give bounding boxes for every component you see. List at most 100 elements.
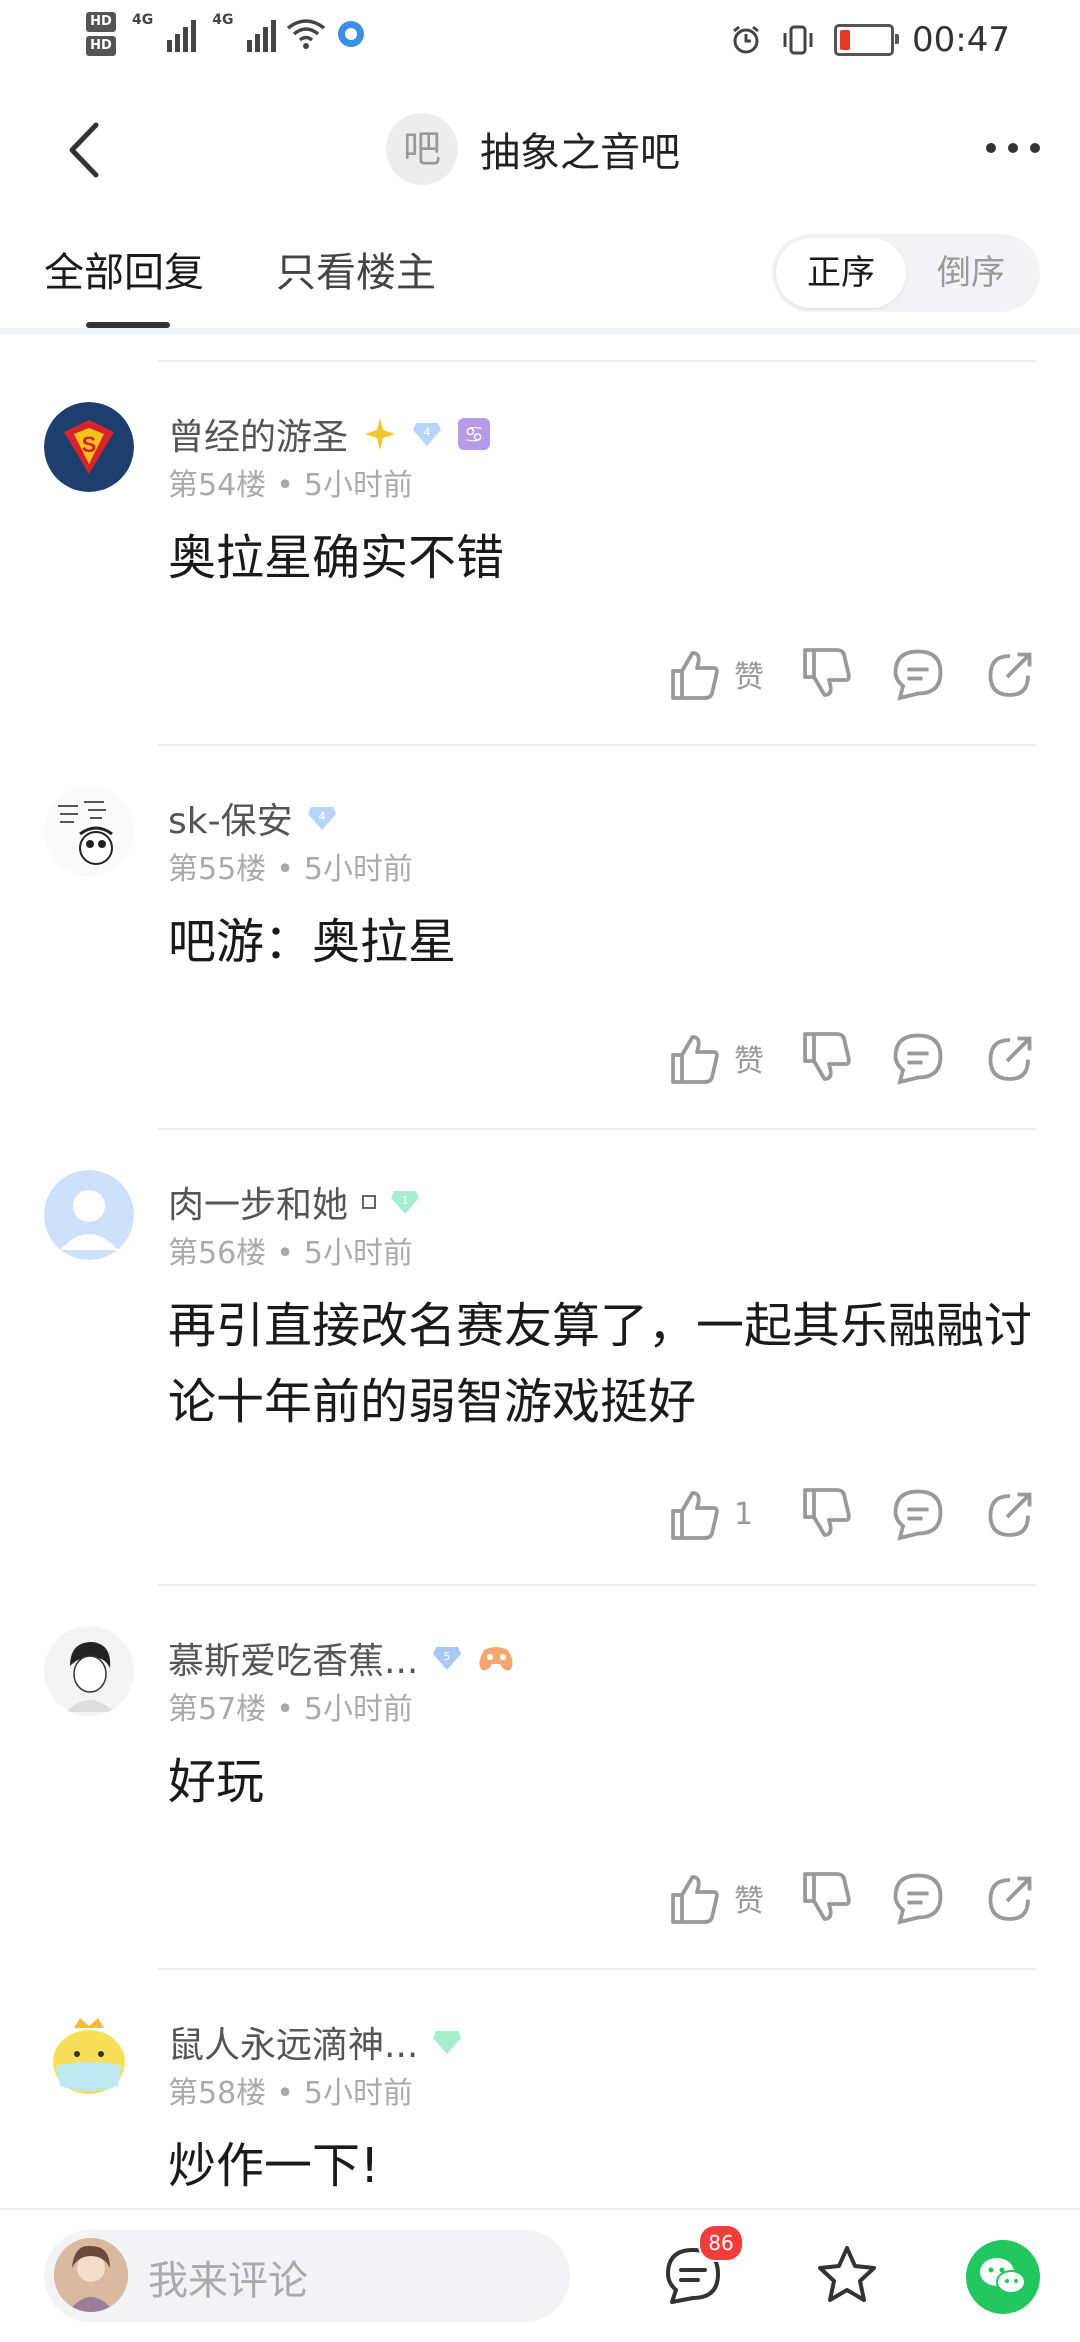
- level-diamond-icon: [433, 2031, 462, 2054]
- reply-item: sk-保安 4 第55楼 • 5小时前 吧游：奥拉星 赞: [0, 744, 1080, 1128]
- network-label-2: 4G: [212, 12, 234, 28]
- forum-title-group[interactable]: 吧 抽象之音吧: [386, 113, 680, 185]
- comment-icon[interactable]: [888, 1028, 948, 1088]
- bottom-bar: 我来评论 86 拉星: [0, 2208, 1080, 2342]
- thumbs-down-icon[interactable]: [796, 1028, 856, 1088]
- comment-placeholder: 我来评论: [148, 2258, 308, 2304]
- action-bar: 赞: [632, 644, 1040, 704]
- svg-text:S: S: [82, 432, 97, 457]
- divider: [158, 1128, 1036, 1130]
- divider: [158, 1968, 1036, 1970]
- svg-text:1: 1: [402, 1194, 409, 1207]
- avatar[interactable]: [44, 2010, 134, 2100]
- wechat-share-icon[interactable]: [966, 2240, 1040, 2314]
- post-meta: 第54楼 • 5小时前: [168, 468, 413, 503]
- username[interactable]: 鼠人永远滴神...: [168, 2016, 462, 2068]
- sort-descending-button[interactable]: 倒序: [906, 238, 1036, 308]
- signal-icon-2: [247, 16, 277, 52]
- reply-item: S 曾经的游圣 4 ♋ 第54楼 • 5小时前 奥拉星确实不错 赞: [0, 360, 1080, 744]
- reply-content[interactable]: 炒作一下!: [168, 2128, 1038, 2204]
- more-options-icon[interactable]: [986, 143, 1040, 153]
- active-tab-indicator: [86, 322, 170, 328]
- thumbs-up-icon[interactable]: [664, 644, 724, 704]
- clock: 00:47: [912, 20, 1010, 60]
- zodiac-cancer-icon: ♋: [458, 418, 491, 450]
- floor-number: 第57楼: [168, 1692, 267, 1727]
- post-meta: 第58楼 • 5小时前: [168, 2076, 413, 2111]
- username[interactable]: sk-保安 4: [168, 792, 337, 844]
- username[interactable]: 慕斯爱吃香蕉... 5: [168, 1632, 516, 1684]
- top-nav: 吧 抽象之音吧: [0, 95, 1080, 205]
- comment-icon[interactable]: [888, 1484, 948, 1544]
- app-notification-icon: [338, 21, 365, 47]
- divider: [158, 1584, 1036, 1586]
- share-icon[interactable]: [980, 1484, 1040, 1544]
- divider: [158, 360, 1036, 362]
- page-title: 抽象之音吧: [480, 130, 680, 176]
- username[interactable]: 肉一步和她 1: [168, 1176, 420, 1228]
- battery-icon: [834, 24, 900, 56]
- level-diamond-icon: 4: [413, 423, 442, 446]
- reply-item: 肉一步和她 1 第56楼 • 5小时前 再引直接改名赛友算了，一起其乐融融讨论十年前…: [0, 1128, 1080, 1584]
- thumbs-up-icon[interactable]: [664, 1868, 724, 1928]
- message-count-badge: 86: [698, 2224, 744, 2262]
- thumbs-up-icon[interactable]: [664, 1028, 724, 1088]
- back-arrow-icon[interactable]: [52, 115, 122, 185]
- reply-item: 鼠人永远滴神... 第58楼 • 5小时前 炒作一下!: [0, 1968, 1080, 2208]
- wifi-icon: [287, 19, 326, 49]
- svg-text:5: 5: [444, 1650, 451, 1663]
- like-count: 赞: [734, 1884, 764, 1919]
- sort-ascending-button[interactable]: 正序: [776, 238, 906, 308]
- reply-filter-tabs: 全部回复 只看楼主 正序 倒序: [0, 228, 1080, 334]
- floor-number: 第55楼: [168, 852, 267, 887]
- action-bar: 赞: [632, 1868, 1040, 1928]
- hd-indicator: HD 1 HD 2: [86, 12, 116, 73]
- comment-input[interactable]: 我来评论: [44, 2230, 570, 2322]
- sort-toggle: 正序 倒序: [772, 234, 1040, 312]
- alarm-icon: [733, 25, 759, 54]
- vibrate-icon: [783, 25, 813, 55]
- share-icon[interactable]: [980, 644, 1040, 704]
- share-icon[interactable]: [980, 1028, 1040, 1088]
- star-icon[interactable]: [812, 2240, 882, 2310]
- post-time: 5小时前: [303, 468, 413, 503]
- tab-owner-only[interactable]: 只看楼主: [276, 240, 436, 298]
- svg-text:4: 4: [424, 426, 431, 439]
- post-time: 5小时前: [303, 1236, 413, 1271]
- status-bar: HD 1 HD 2 4G 4G 00:47: [0, 0, 1080, 84]
- avatar[interactable]: S: [44, 402, 134, 492]
- avatar[interactable]: [44, 1626, 134, 1716]
- post-meta: 第56楼 • 5小时前: [168, 1236, 413, 1271]
- svg-text:♋: ♋: [464, 423, 484, 448]
- divider: [158, 744, 1036, 746]
- like-count: 1: [734, 1496, 754, 1532]
- avatar[interactable]: [44, 1170, 134, 1260]
- avatar[interactable]: [44, 786, 134, 876]
- post-meta: 第55楼 • 5小时前: [168, 852, 413, 887]
- comment-icon[interactable]: [888, 644, 948, 704]
- reply-content[interactable]: 吧游：奥拉星: [168, 904, 1038, 980]
- post-time: 5小时前: [303, 852, 413, 887]
- level-diamond-icon: 5: [433, 1647, 462, 1670]
- floor-number: 第58楼: [168, 2076, 267, 2111]
- action-bar: 赞: [632, 1028, 1040, 1088]
- thumbs-down-icon[interactable]: [796, 1484, 856, 1544]
- floor-number: 第56楼: [168, 1236, 267, 1271]
- thumbs-down-icon[interactable]: [796, 644, 856, 704]
- hd1-label: HD 1: [86, 12, 116, 49]
- thumbs-up-icon[interactable]: [664, 1484, 724, 1544]
- like-count: 赞: [734, 1044, 764, 1079]
- tab-all-replies[interactable]: 全部回复: [44, 240, 204, 298]
- reply-content[interactable]: 再引直接改名赛友算了，一起其乐融融讨论十年前的弱智游戏挺好: [168, 1288, 1038, 1440]
- thumbs-down-icon[interactable]: [796, 1868, 856, 1928]
- svg-text:4: 4: [318, 810, 325, 823]
- floor-number: 第54楼: [168, 468, 267, 503]
- small-square-icon: [362, 1195, 377, 1209]
- username[interactable]: 曾经的游圣 4 ♋: [168, 408, 492, 460]
- reply-content[interactable]: 奥拉星确实不错: [168, 520, 1038, 596]
- action-bar: 1: [632, 1484, 1040, 1544]
- reply-content[interactable]: 好玩: [168, 1744, 1038, 1820]
- share-icon[interactable]: [980, 1868, 1040, 1928]
- comment-icon[interactable]: [888, 1868, 948, 1928]
- gamepad-icon: [479, 1647, 513, 1671]
